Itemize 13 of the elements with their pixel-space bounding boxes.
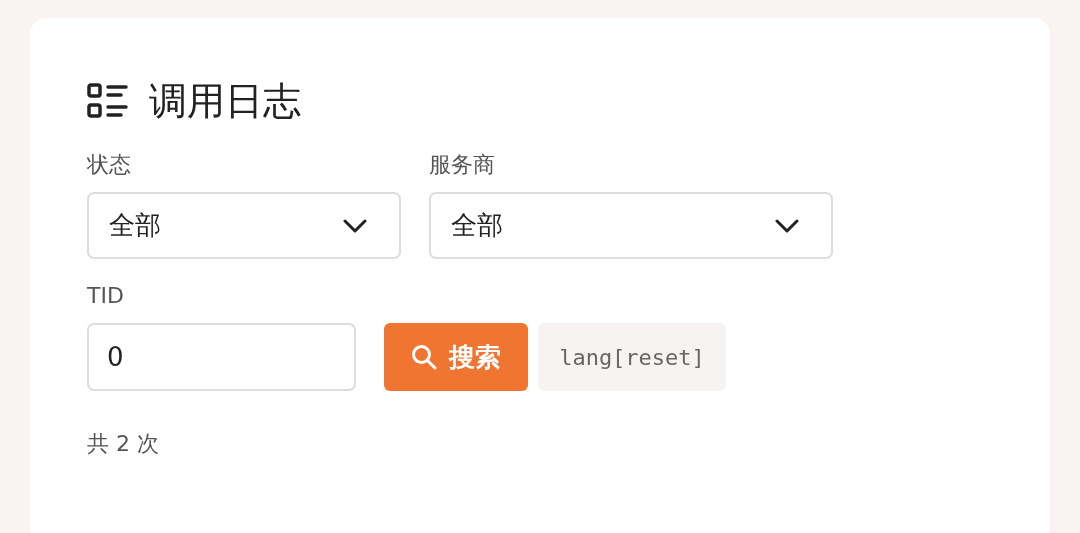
tid-input-field[interactable]: 0 — [87, 323, 356, 391]
search-icon — [411, 344, 437, 370]
reset-button[interactable]: lang[reset] — [538, 323, 726, 391]
select-dropdown[interactable]: 全部 — [429, 192, 833, 259]
filter-label: 状态 — [87, 151, 132, 179]
filter-label: 服务商 — [429, 151, 496, 179]
select-dropdown[interactable]: 全部 — [87, 192, 401, 259]
tid-label: TID — [87, 282, 124, 310]
page-title: 调用日志 — [149, 78, 301, 124]
list-icon — [87, 83, 129, 119]
chevron-down-icon — [775, 218, 799, 233]
chevron-down-icon — [343, 218, 367, 233]
total-count: 共 2 次 — [87, 430, 159, 458]
